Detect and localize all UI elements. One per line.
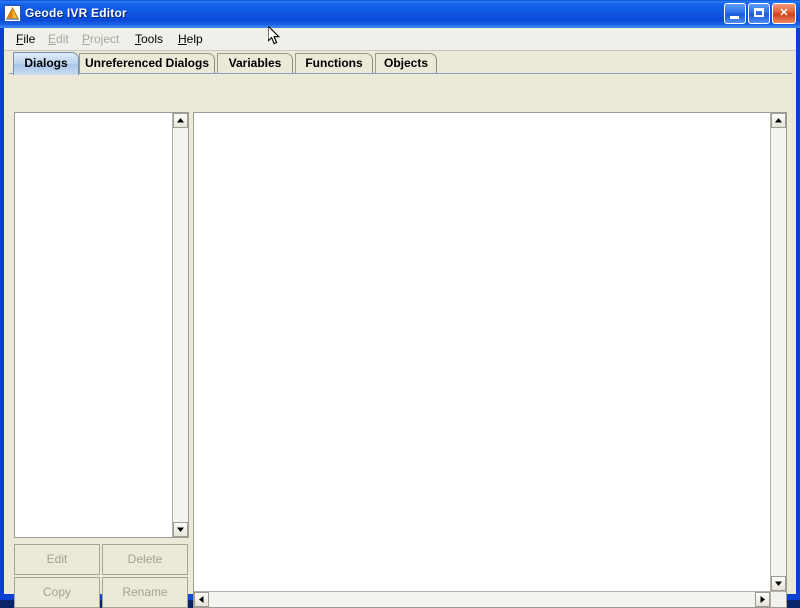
tab-unreferenced-dialogs[interactable]: Unreferenced Dialogs: [79, 53, 215, 74]
canvas-horizontal-scrollbar[interactable]: [194, 591, 770, 607]
menu-help[interactable]: Help: [174, 31, 207, 48]
scroll-down-arrow-icon[interactable]: [173, 522, 188, 537]
dialogs-list[interactable]: [15, 113, 172, 537]
dialogs-list-panel: [14, 112, 189, 538]
dialogs-list-scroll-track[interactable]: [173, 128, 188, 522]
dialog-canvas[interactable]: [194, 113, 770, 591]
tab-content-panel: Edit Delete Copy Rename: [9, 73, 792, 608]
window-title: Geode IVR Editor: [25, 6, 127, 20]
menu-file[interactable]: File: [12, 31, 39, 48]
app-triangle-icon: [4, 5, 21, 22]
application-window: Geode IVR Editor ✕ File Edit Project Too…: [0, 0, 800, 608]
scroll-up-arrow-icon[interactable]: [771, 113, 786, 128]
dialogs-list-vertical-scrollbar[interactable]: [172, 113, 188, 537]
menu-tools[interactable]: Tools: [131, 31, 167, 48]
tab-variables[interactable]: Variables: [217, 53, 293, 74]
scrollbar-corner: [770, 591, 786, 607]
close-icon: ✕: [779, 7, 789, 19]
scroll-up-arrow-icon[interactable]: [173, 113, 188, 128]
maximize-icon: [754, 8, 764, 17]
dialog-canvas-panel: [193, 112, 787, 608]
maximize-button[interactable]: [748, 3, 770, 24]
client-area: File Edit Project Tools Help Dialogs Unr…: [4, 28, 796, 608]
delete-button[interactable]: Delete: [102, 544, 188, 575]
canvas-vertical-scroll-track[interactable]: [771, 128, 786, 576]
tab-objects[interactable]: Objects: [375, 53, 437, 74]
menu-project[interactable]: Project: [78, 31, 123, 48]
minimize-icon: [730, 16, 739, 19]
title-bar[interactable]: Geode IVR Editor ✕: [0, 0, 800, 28]
tab-dialogs[interactable]: Dialogs: [13, 52, 79, 75]
menu-bar: File Edit Project Tools Help: [4, 28, 796, 51]
tab-functions[interactable]: Functions: [295, 53, 373, 74]
tab-strip: Dialogs Unreferenced Dialogs Variables F…: [9, 52, 792, 75]
canvas-vertical-scrollbar[interactable]: [770, 113, 786, 591]
menu-edit[interactable]: Edit: [44, 31, 73, 48]
scroll-down-arrow-icon[interactable]: [771, 576, 786, 591]
dialog-actions-panel: Edit Delete Copy Rename: [14, 544, 189, 608]
close-button[interactable]: ✕: [772, 3, 796, 24]
minimize-button[interactable]: [724, 3, 746, 24]
edit-button[interactable]: Edit: [14, 544, 100, 575]
copy-button[interactable]: Copy: [14, 577, 100, 608]
rename-button[interactable]: Rename: [102, 577, 188, 608]
